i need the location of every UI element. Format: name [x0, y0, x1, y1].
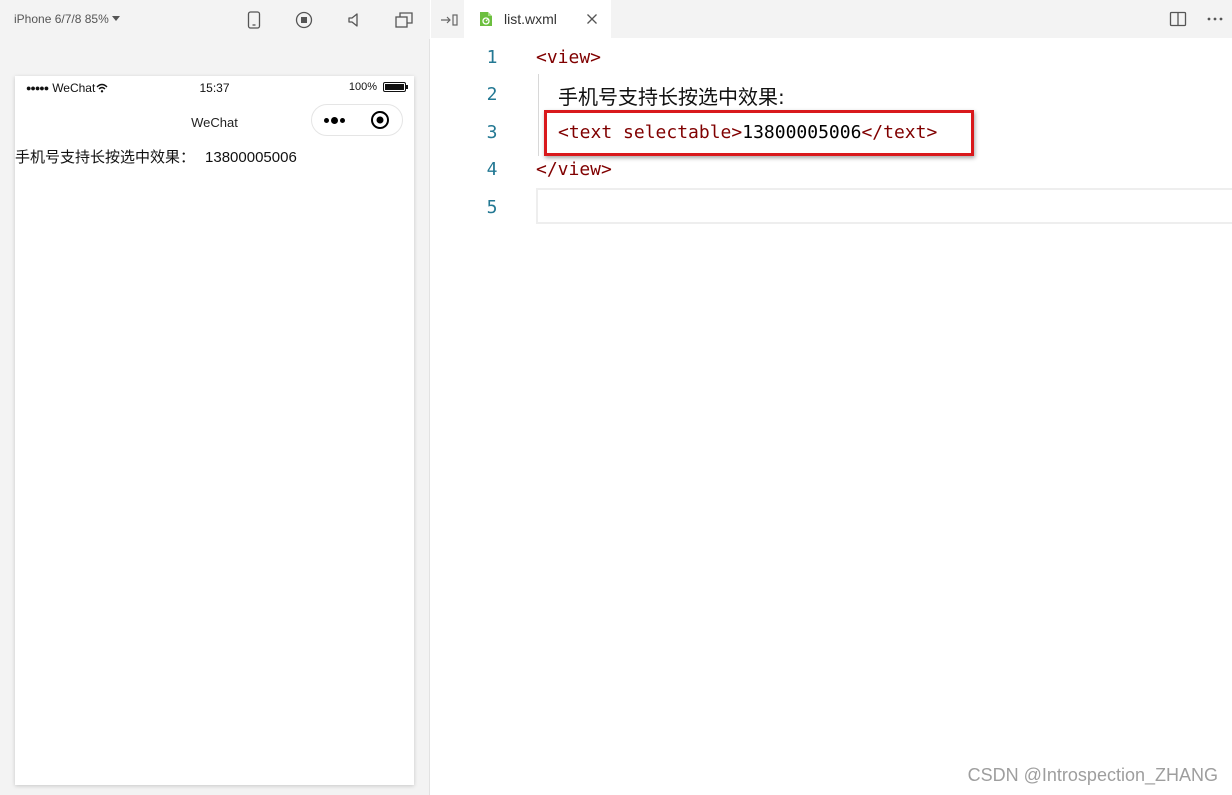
status-bar: ●●●●● WeChat 15:37 100% — [15, 76, 414, 100]
window-icon[interactable] — [394, 10, 414, 30]
close-icon[interactable] — [584, 11, 600, 27]
split-toggle-icon[interactable] — [439, 10, 461, 30]
split-editor-icon[interactable] — [1168, 9, 1188, 29]
code-line-1: <view> — [536, 47, 602, 68]
record-icon[interactable] — [294, 10, 314, 30]
capsule-button — [311, 104, 403, 136]
line-number: 5 — [486, 197, 498, 218]
annotation-highlight-box — [544, 110, 974, 156]
line-number: 3 — [486, 122, 498, 143]
nav-bar: WeChat — [15, 103, 414, 139]
selectable-phone-number[interactable]: 13800005006 — [205, 149, 297, 166]
page-content: 手机号支持长按选中效果： 13800005006 — [15, 146, 297, 167]
code-area[interactable]: 1 2 3 4 5 <view> 手机号支持长按选中效果: <text sele… — [431, 38, 1232, 795]
device-label: iPhone 6/7/8 85% — [14, 12, 109, 26]
line-number: 4 — [486, 159, 498, 180]
sound-icon[interactable] — [344, 10, 364, 30]
line-number: 2 — [486, 84, 498, 105]
simulator-panel: iPhone 6/7/8 85% ●●●●● WeChat 15:37 100% — [0, 0, 430, 795]
more-icon[interactable] — [1205, 9, 1225, 29]
editor-panel: list.wxml 1 2 3 4 5 <view> 手机号支持长按选中效果: … — [431, 0, 1232, 795]
battery-icon — [383, 82, 408, 92]
phone-icon[interactable] — [244, 10, 264, 30]
device-select[interactable]: iPhone 6/7/8 85% — [14, 12, 120, 26]
status-right: 100% — [348, 81, 408, 93]
capsule-menu-icon[interactable] — [312, 116, 357, 124]
capsule-home-icon[interactable] — [357, 110, 402, 130]
indent-guide — [538, 74, 539, 156]
code-line-4: </view> — [536, 159, 612, 180]
tab-bar: list.wxml — [431, 0, 1232, 38]
watermark: CSDN @Introspection_ZHANG — [967, 765, 1218, 785]
code-line-2: 手机号支持长按选中效果: — [558, 85, 785, 109]
caret-down-icon — [111, 16, 120, 21]
page-text: 手机号支持长按选中效果： — [15, 148, 196, 166]
current-line-highlight — [536, 188, 1232, 224]
phone-screen: ●●●●● WeChat 15:37 100% WeChat 手机号支持长按选中… — [15, 76, 414, 785]
line-number: 1 — [486, 47, 498, 68]
simulator-toolbar: iPhone 6/7/8 85% — [0, 0, 430, 39]
battery-percent: 100% — [348, 81, 377, 93]
tab-label: list.wxml — [504, 11, 557, 27]
file-icon — [478, 11, 494, 27]
tab-list-wxml[interactable]: list.wxml — [464, 0, 611, 38]
